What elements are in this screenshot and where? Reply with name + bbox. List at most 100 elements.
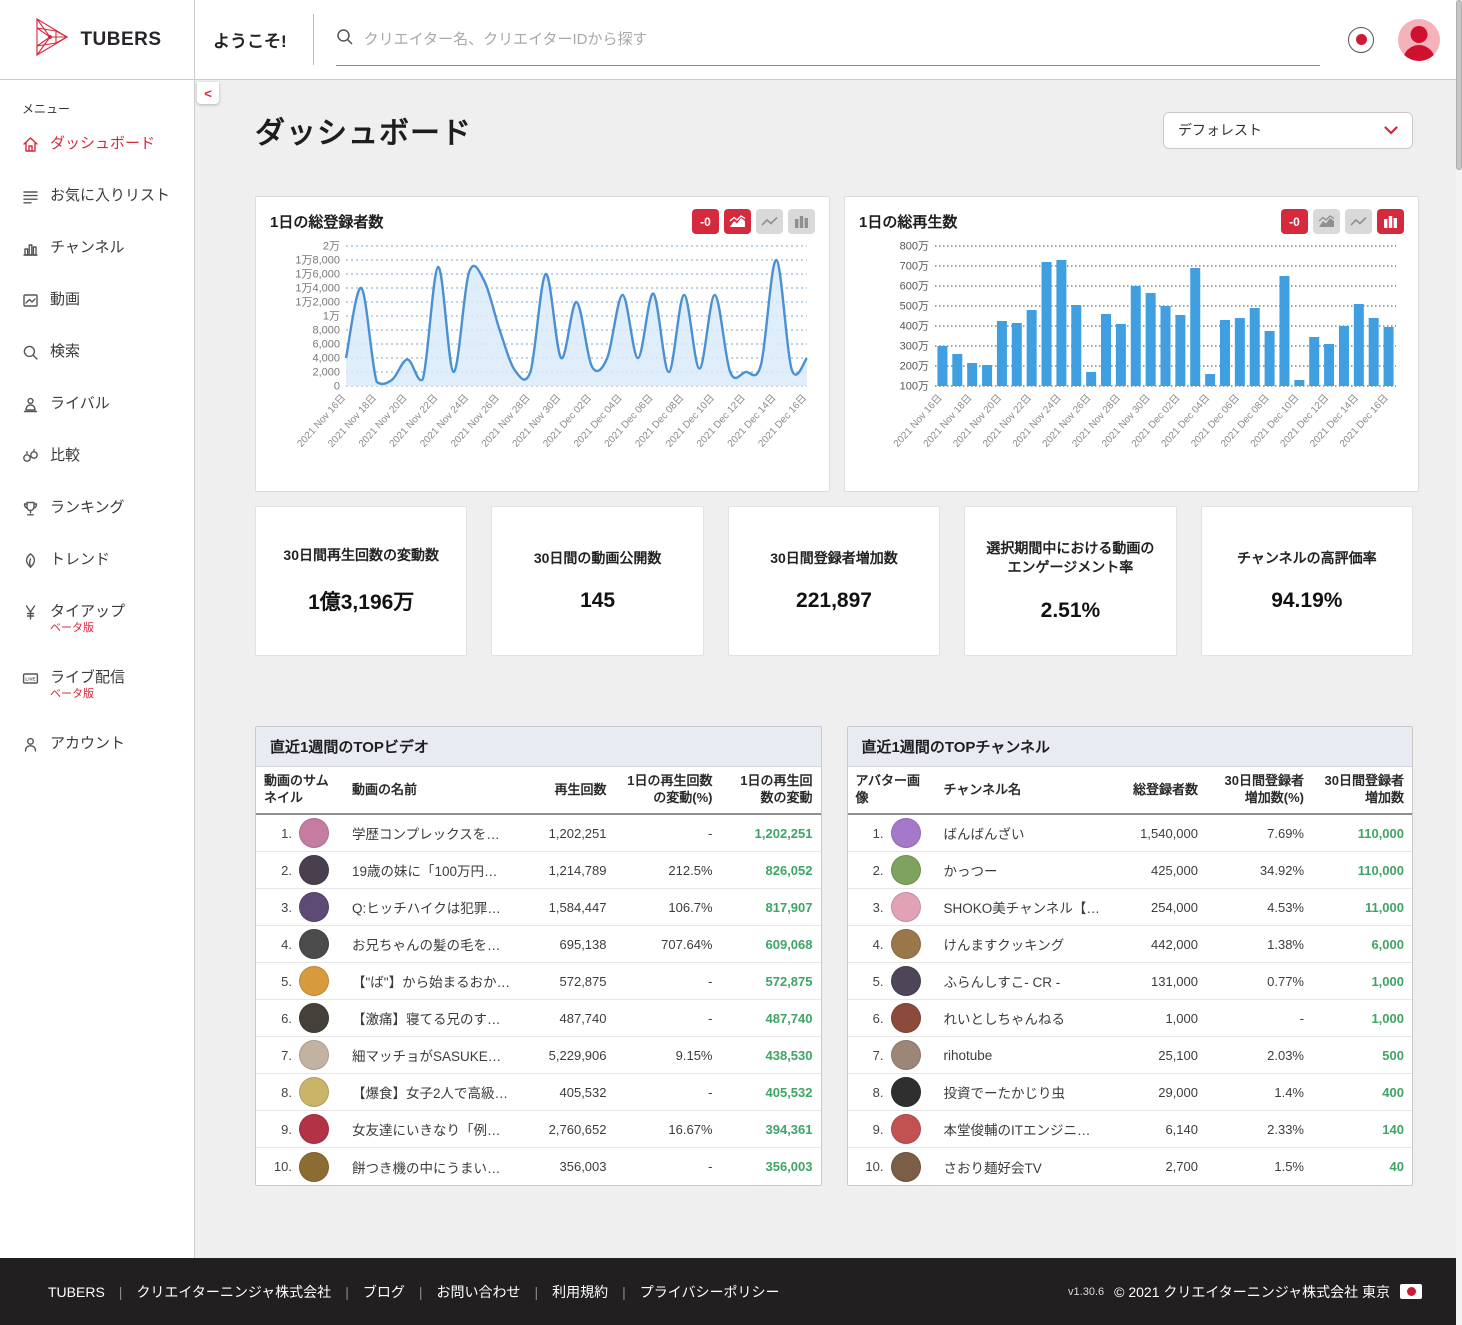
channel-name[interactable]: れいとしちゃんねる	[936, 1005, 1111, 1031]
video-thumbnail	[299, 929, 329, 959]
video-name[interactable]: 学歴コンプレックスを治す...	[344, 820, 519, 846]
line-chart-mode-button[interactable]	[756, 209, 783, 234]
channel-name[interactable]: さおり麺好会TV	[936, 1154, 1111, 1180]
footer-link-5[interactable]: プライバシーポリシー	[640, 1282, 780, 1302]
channel-name[interactable]: 本堂俊輔のITエンジニアチ...	[936, 1116, 1111, 1142]
channel-row[interactable]: 9. 本堂俊輔のITエンジニアチ... 6,140 2.33% 140	[847, 1111, 1412, 1148]
channel-name[interactable]: けんますクッキング	[936, 931, 1111, 957]
stat-label: チャンネルの高評価率	[1237, 549, 1377, 566]
sidebar-item-account[interactable]: アカウント	[22, 735, 194, 753]
views-chart-card: 1日の総再生数 -0 800万 700万 600万 500万 400万 300万 200万 1…	[844, 196, 1419, 492]
video-name[interactable]: 【激痛】寝てる兄のすね毛...	[344, 1005, 519, 1031]
channel-row[interactable]: 4. けんますクッキング 442,000 1.38% 6,000	[847, 926, 1412, 963]
bar-chart-mode-button[interactable]	[788, 209, 815, 234]
search-input[interactable]	[363, 30, 1320, 48]
sidebar-item-label: ライバル	[50, 395, 110, 412]
video-row[interactable]: 3. Q:ヒッチハイクは犯罪です... 1,584,447 106.7% 817…	[256, 889, 821, 926]
bar-chart-mode-button[interactable]	[1377, 209, 1404, 234]
video-name[interactable]: 【爆食】女子2人で高級寿司...	[344, 1079, 519, 1105]
channel-name[interactable]: 投資でーたかじり虫	[936, 1079, 1111, 1105]
yen-icon	[22, 604, 39, 621]
sidebar-item-list[interactable]: お気に入りリスト	[22, 187, 194, 205]
rank-number: 7.	[872, 1047, 884, 1063]
video-name[interactable]: 【"ば"】から始まるおかずだ...	[344, 968, 519, 994]
change-value: 6,000	[1371, 936, 1404, 952]
video-thumbnail	[299, 966, 329, 996]
sidebar-item-home[interactable]: ダッシュボード	[22, 135, 194, 153]
footer-link-0[interactable]: TUBERS	[48, 1284, 105, 1300]
line-chart-mode-button[interactable]	[1345, 209, 1372, 234]
channel-name[interactable]: ふらんしすこ- CR -	[936, 968, 1111, 994]
view-count: 2,760,652	[548, 1121, 607, 1137]
video-row[interactable]: 4. お兄ちゃんの髪の毛をぐち... 695,138 707.64% 609,0…	[256, 926, 821, 963]
sidebar-item-channel-chart[interactable]: チャンネル	[22, 239, 194, 257]
video-row[interactable]: 10. 餅つき機の中にうまい棒100... 356,003 - 356,003	[256, 1148, 821, 1185]
channel-row[interactable]: 3. SHOKO美チャンネル【40... 254,000 4.53% 11,00…	[847, 889, 1412, 926]
video-name[interactable]: お兄ちゃんの髪の毛をぐち...	[344, 931, 519, 957]
channel-row[interactable]: 8. 投資でーたかじり虫 29,000 1.4% 400	[847, 1074, 1412, 1111]
area-chart-mode-button[interactable]	[1313, 209, 1340, 234]
video-thumbnail	[299, 818, 329, 848]
channel-row[interactable]: 6. れいとしちゃんねる 1,000 - 1,000	[847, 1000, 1412, 1037]
user-avatar[interactable]	[1398, 18, 1440, 61]
copyright-text: © 2021 クリエイターニンジャ株式会社 東京	[1114, 1283, 1390, 1300]
channel-avatar	[890, 929, 921, 959]
subscriber-count: 254,000	[1151, 899, 1198, 915]
sidebar-item-live[interactable]: LIVE ライブ配信 ベータ版	[22, 669, 194, 701]
column-header: アバター画像	[855, 773, 920, 805]
language-flag-button[interactable]	[1348, 26, 1374, 53]
sidebar-item-label: ダッシュボード	[50, 135, 156, 152]
sidebar-item-video[interactable]: 動画	[22, 291, 194, 309]
footer-link-2[interactable]: ブログ	[363, 1282, 405, 1302]
change-percent: 4.53%	[1267, 899, 1304, 915]
channel-row[interactable]: 2. かっつー 425,000 34.92% 110,000	[847, 852, 1412, 889]
sidebar-item-trophy[interactable]: ランキング	[22, 499, 194, 517]
change-value: 405,532	[765, 1084, 813, 1100]
rank-number: 7.	[281, 1047, 292, 1063]
search-bar[interactable]	[335, 14, 1320, 66]
video-name[interactable]: 19歳の妹に「100万円用意...	[344, 857, 519, 883]
channel-filter-dropdown[interactable]: デフォレスト	[1163, 111, 1413, 149]
column-header: 動画のサムネイル	[264, 773, 329, 805]
brand-logo[interactable]: TUBERS	[0, 0, 195, 79]
chart-threshold-badge[interactable]: -0	[1281, 209, 1308, 234]
footer-link-1[interactable]: クリエイターニンジャ株式会社	[136, 1282, 331, 1302]
sidebar-item-compare[interactable]: 比較	[22, 447, 194, 465]
footer-link-3[interactable]: お問い合わせ	[436, 1282, 520, 1302]
footer-link-4[interactable]: 利用規約	[552, 1282, 608, 1302]
sidebar-item-yen[interactable]: タイアップ ベータ版	[22, 603, 194, 635]
stat-card-0: 30日間再生回数の変動数 1億3,196万	[255, 506, 468, 656]
video-name[interactable]: Q:ヒッチハイクは犯罪です...	[344, 894, 519, 920]
video-row[interactable]: 5. 【"ば"】から始まるおかずだ... 572,875 - 572,875	[256, 963, 821, 1000]
video-row[interactable]: 7. 細マッチョがSASUKEのオー... 5,229,906 9.15% 43…	[256, 1037, 821, 1074]
sidebar-item-rival[interactable]: ライバル	[22, 395, 194, 413]
channel-row[interactable]: 7. rihotube 25,100 2.03% 500	[847, 1037, 1412, 1074]
svg-text:800万: 800万	[900, 241, 929, 253]
channel-name[interactable]: SHOKO美チャンネル【40...	[936, 894, 1111, 920]
video-row[interactable]: 2. 19歳の妹に「100万円用意... 1,214,789 212.5% 82…	[256, 852, 821, 889]
channel-row[interactable]: 1. ばんばんざい 1,540,000 7.69% 110,000	[847, 815, 1412, 852]
sidebar-item-label: チャンネル	[50, 239, 125, 256]
channel-name[interactable]: かっつー	[936, 857, 1111, 883]
sidebar-collapse-button[interactable]: <	[197, 82, 219, 104]
page-scrollbar[interactable]	[1456, 0, 1462, 1325]
channel-name[interactable]: rihotube	[936, 1045, 1111, 1066]
sidebar-item-trend[interactable]: トレンド	[22, 551, 194, 569]
video-row[interactable]: 1. 学歴コンプレックスを治す... 1,202,251 - 1,202,251	[256, 815, 821, 852]
channel-name[interactable]: ばんばんざい	[936, 820, 1111, 846]
change-percent: 2.33%	[1267, 1121, 1304, 1137]
area-chart-mode-button[interactable]	[724, 209, 751, 234]
video-row[interactable]: 6. 【激痛】寝てる兄のすね毛... 487,740 - 487,740	[256, 1000, 821, 1037]
video-name[interactable]: 細マッチョがSASUKEのオー...	[344, 1042, 519, 1068]
sidebar-item-search[interactable]: 検索	[22, 343, 194, 361]
video-name[interactable]: 女友達にいきなり「例のマ...	[344, 1116, 519, 1142]
rank-number: 4.	[281, 936, 292, 952]
change-percent: -	[708, 1010, 713, 1026]
video-name[interactable]: 餅つき機の中にうまい棒100...	[344, 1154, 519, 1180]
chart-threshold-badge[interactable]: -0	[692, 209, 719, 234]
channel-row[interactable]: 5. ふらんしすこ- CR - 131,000 0.77% 1,000	[847, 963, 1412, 1000]
video-row[interactable]: 9. 女友達にいきなり「例のマ... 2,760,652 16.67% 394,…	[256, 1111, 821, 1148]
video-row[interactable]: 8. 【爆食】女子2人で高級寿司... 405,532 - 405,532	[256, 1074, 821, 1111]
svg-text:0: 0	[334, 381, 340, 393]
channel-row[interactable]: 10. さおり麺好会TV 2,700 1.5% 40	[848, 1148, 1413, 1185]
